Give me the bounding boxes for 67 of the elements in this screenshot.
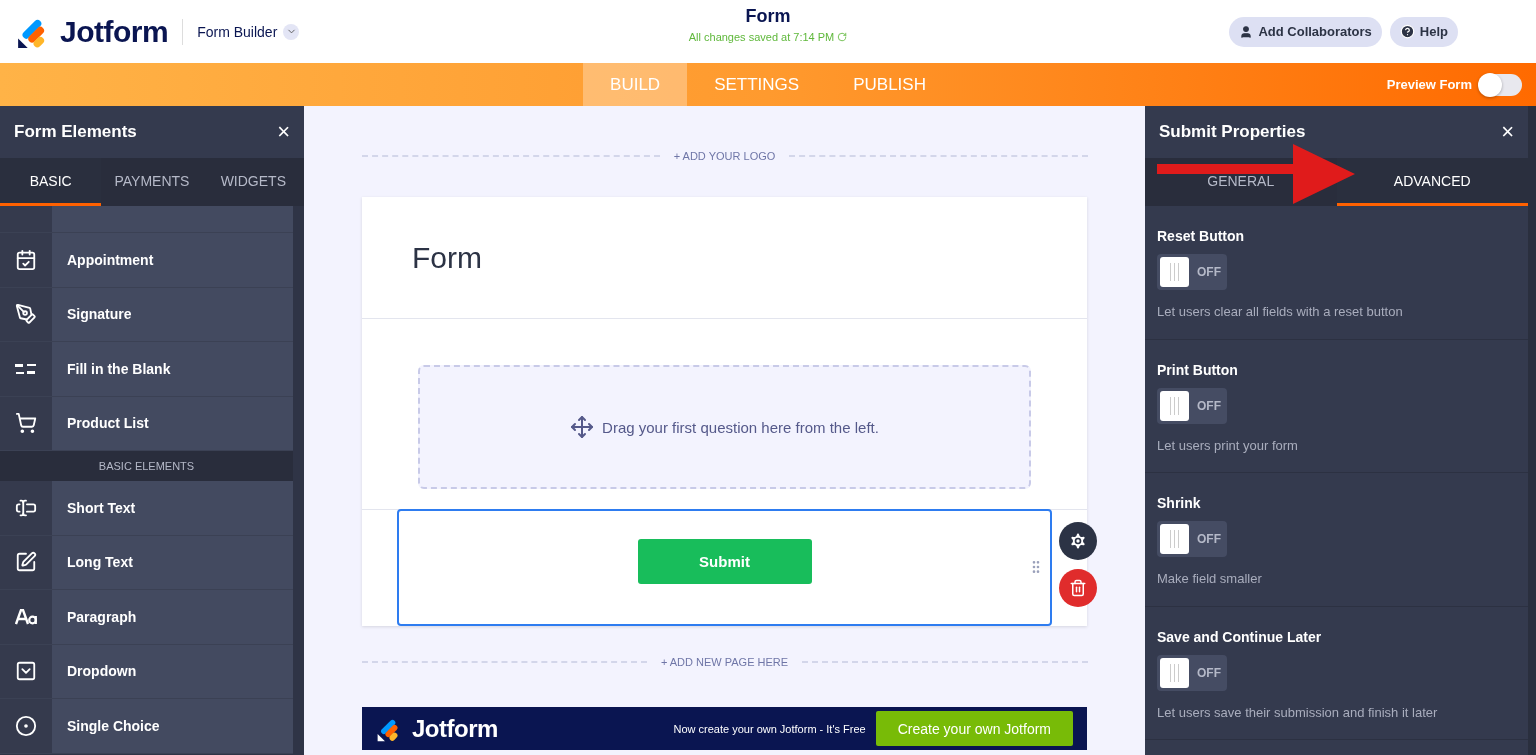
preview-toggle[interactable] bbox=[1480, 73, 1522, 96]
help-button[interactable]: Help bbox=[1389, 16, 1458, 47]
element-label: Appointment bbox=[67, 251, 154, 268]
setting-label: Shrink bbox=[1157, 495, 1201, 511]
element-label: Paragraph bbox=[67, 608, 137, 625]
preview-label: Preview Form bbox=[1386, 77, 1472, 92]
panel-tab[interactable]: WIDGETS bbox=[202, 158, 304, 206]
setting-description: Make field smaller bbox=[1157, 571, 1262, 586]
drop-hint: Drag your first question here from the left. bbox=[602, 418, 879, 436]
element-label: Fill in the Blank bbox=[67, 360, 171, 377]
delete-button[interactable] bbox=[1059, 569, 1097, 607]
trash-icon bbox=[1069, 579, 1087, 597]
dropdown-icon bbox=[15, 660, 37, 683]
add-page-link[interactable]: + ADD NEW PAGE HERE bbox=[660, 656, 789, 668]
logo-text: Jotform bbox=[60, 14, 169, 49]
font-icon bbox=[15, 608, 37, 625]
setting-description: Let users save their submission and finish it later bbox=[1157, 704, 1438, 720]
setting-label: Reset Button bbox=[1157, 228, 1245, 244]
app-switcher[interactable]: Form Builder bbox=[197, 23, 300, 40]
save-status: All changes saved at 7:14 PM bbox=[688, 31, 835, 43]
radio-icon bbox=[15, 714, 37, 737]
element-item[interactable]: Single Choice bbox=[0, 699, 293, 754]
element-item[interactable]: Short Text bbox=[0, 481, 293, 536]
setting-label: Print Button bbox=[1157, 361, 1238, 378]
panel-tab[interactable]: PAYMENTS bbox=[101, 158, 203, 206]
element-label: Short Text bbox=[67, 499, 136, 516]
move-icon bbox=[570, 415, 595, 439]
panel-tab[interactable]: GENERAL bbox=[1145, 158, 1337, 206]
text-area-icon bbox=[15, 551, 37, 574]
toggle-switch[interactable]: OFF bbox=[1157, 654, 1227, 691]
close-button[interactable]: × bbox=[277, 121, 290, 143]
settings-icon bbox=[1068, 531, 1088, 551]
element-item[interactable]: Product List bbox=[0, 396, 293, 451]
element-label: Single Choice bbox=[67, 717, 160, 734]
cart-icon bbox=[15, 412, 37, 435]
close-button[interactable]: × bbox=[1501, 121, 1514, 143]
toggle-switch[interactable]: OFF bbox=[1157, 387, 1227, 424]
element-label: Dropdown bbox=[67, 663, 137, 680]
section-label: BASIC ELEMENTS bbox=[98, 460, 195, 472]
panel-title: Form Elements bbox=[14, 122, 137, 142]
pen-icon bbox=[15, 303, 37, 326]
user-icon bbox=[1239, 24, 1254, 39]
collaborators-button[interactable]: Add Collaborators bbox=[1229, 16, 1382, 47]
form-title: Form bbox=[745, 6, 791, 27]
add-logo-link[interactable]: + ADD YOUR LOGO bbox=[673, 150, 776, 162]
logo-text: Jotform bbox=[412, 714, 498, 743]
element-item[interactable]: Signature bbox=[0, 287, 293, 342]
refresh-icon bbox=[837, 32, 848, 42]
element-item[interactable]: Dropdown bbox=[0, 644, 293, 699]
form-heading: Form bbox=[412, 240, 482, 275]
panel-title: Submit Properties bbox=[1159, 122, 1306, 142]
element-item[interactable]: Appointment bbox=[0, 233, 293, 288]
toggle-switch[interactable]: OFF bbox=[1157, 521, 1227, 557]
help-icon bbox=[1399, 24, 1415, 39]
banner-text: Now create your own Jotform - It's Free bbox=[673, 722, 866, 735]
setting-description: Let users print your form bbox=[1157, 437, 1298, 453]
calendar-check-icon bbox=[15, 248, 37, 271]
element-label: Product List bbox=[67, 415, 149, 432]
element-label: Long Text bbox=[67, 554, 133, 571]
element-label: Signature bbox=[67, 306, 132, 323]
element-item[interactable]: Long Text bbox=[0, 535, 293, 590]
setting-label: Save and Continue Later bbox=[1157, 628, 1322, 645]
settings-button[interactable] bbox=[1059, 522, 1097, 560]
element-item[interactable]: Paragraph bbox=[0, 590, 293, 645]
element-item[interactable]: Fill in the Blank bbox=[0, 342, 293, 397]
toggle-switch[interactable]: OFF bbox=[1157, 254, 1227, 290]
setting-description: Let users clear all fields with a reset button bbox=[1157, 304, 1403, 319]
